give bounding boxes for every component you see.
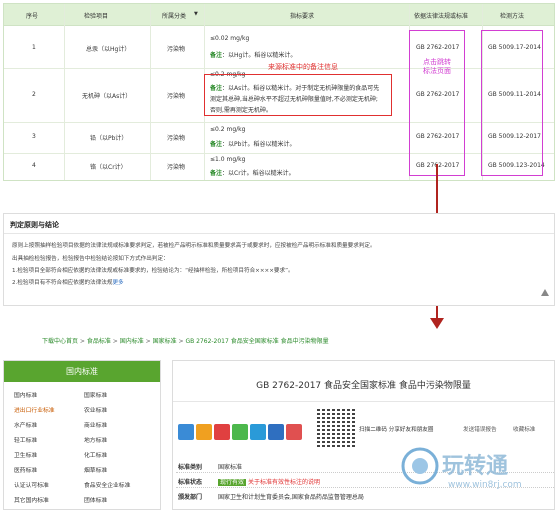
standard-column-highlight <box>409 30 465 176</box>
sidebar-item[interactable]: 食品安全企业标准 <box>84 480 130 489</box>
info-value: 国家卫生和计划生育委员会,国家食品药品监督管理总局 <box>218 494 364 501</box>
table-header: 序号 检验项目 所属分类 ▼ 指标要求 依据法律法规或标准 检测方法 <box>4 4 554 26</box>
judgement-text: 1.检验项目全部符合相应依据的法律法规或标准要求的，检验结论为：“经抽样检验，所… <box>12 268 294 274</box>
renren-icon[interactable] <box>268 424 284 440</box>
love-icon[interactable] <box>286 424 302 440</box>
sidebar: 国内标准 国内标准 国家标准 进出口行业标准 农业标准 水产标准 商业标准 轻工… <box>3 360 161 510</box>
requirement-note: 备注：以Pb计。稻谷以糙米计。 <box>210 141 296 148</box>
sidebar-item[interactable]: 轻工标准 <box>14 435 37 444</box>
qr-code <box>317 409 355 447</box>
judgement-text: 2.检验项目有不符合相应依据的法律法规更多 <box>12 280 124 286</box>
sidebar-item[interactable]: 进出口行业标准 <box>14 405 55 414</box>
judgement-panel: 判定原则与结论 原则上按照抽样检验项目依据的法律法规或标准要求判定，若被检产品明… <box>3 213 555 306</box>
note-highlight-box <box>204 74 392 116</box>
test-item: 无机砷（以As计） <box>82 93 132 100</box>
col-header-requirement: 指标要求 <box>290 13 315 20</box>
table-row: 4 铬（以Cr计） 污染物 ≤1.0 mg/kg 备注：以Cr计。稻谷以糙米计。… <box>4 154 554 180</box>
col-header-no: 序号 <box>26 13 39 20</box>
watermark-logo-icon <box>401 447 439 485</box>
note-source-label: 来源标准中的备注信息 <box>268 63 338 71</box>
requirement-note: 备注：以Cr计。稻谷以糙米计。 <box>210 170 295 177</box>
requirement-note: 备注：以Hg计。稻谷以糙米计。 <box>210 52 297 59</box>
sidebar-item[interactable]: 认证认可标准 <box>14 480 49 489</box>
category: 污染物 <box>167 164 186 171</box>
status-badge: 现行有效 <box>218 479 247 486</box>
test-item: 铅（以Pb计） <box>90 135 128 142</box>
col-header-item: 检验项目 <box>84 13 109 20</box>
sidebar-item[interactable]: 卫生标准 <box>14 450 37 459</box>
method-column-highlight <box>481 30 543 176</box>
category: 污染物 <box>167 46 186 53</box>
triangle-down-icon[interactable]: ▼ <box>194 11 198 17</box>
sidebar-item[interactable]: 农业标准 <box>84 405 107 414</box>
requirement-value: ≤1.0 mg/kg <box>210 156 246 163</box>
favorite-link[interactable]: 收藏标准 <box>513 425 535 433</box>
sidebar-item[interactable]: 国家标准 <box>84 390 107 399</box>
info-key: 标准状态 <box>178 479 203 486</box>
row-number: 3 <box>32 133 36 140</box>
row-number: 2 <box>32 91 36 98</box>
breadcrumb: 下载中心首页 > 食品标准 > 国内标准 > 国家标准 > GB 2762-20… <box>42 338 329 345</box>
sidebar-item[interactable]: 其它国内标准 <box>14 495 49 504</box>
click-jump-label: 点击跳转 标法页面 <box>423 58 451 75</box>
plus-share-icon[interactable] <box>178 424 194 440</box>
info-key: 颁发部门 <box>178 494 203 501</box>
sidebar-item[interactable]: 团体标准 <box>84 495 107 504</box>
breadcrumb-domestic[interactable]: 国内标准 <box>120 338 144 345</box>
info-key: 标准类别 <box>178 464 203 471</box>
watermark-url: www.win8rj.com <box>448 480 522 490</box>
wechat-icon[interactable] <box>232 424 248 440</box>
breadcrumb-food[interactable]: 食品标准 <box>87 338 111 345</box>
category: 污染物 <box>167 93 186 100</box>
more-link[interactable]: 更多 <box>112 280 123 286</box>
sidebar-item[interactable]: 医药标准 <box>14 465 37 474</box>
sidebar-item[interactable]: 烟草标准 <box>84 465 107 474</box>
test-item: 铬（以Cr计） <box>90 164 127 171</box>
col-header-method: 检测方法 <box>500 13 525 20</box>
arrow-down-icon <box>430 318 444 329</box>
judgement-text: 原则上按照抽样检验项目依据的法律法规或标准要求判定，若被检产品明示标准和质量要求… <box>12 243 376 249</box>
row-number: 1 <box>32 44 36 51</box>
requirement-value: ≤0.2 mg/kg <box>210 126 246 133</box>
expand-arrow-icon[interactable] <box>540 288 550 298</box>
breadcrumb-home[interactable]: 下载中心首页 <box>42 338 78 345</box>
sidebar-item[interactable]: 国内标准 <box>14 390 37 399</box>
sidebar-item[interactable]: 地方标准 <box>84 435 107 444</box>
breadcrumb-national[interactable]: 国家标准 <box>153 338 177 345</box>
judgement-text: 出具抽检检验报告，检验报告中检验结论按如下方式作出判定： <box>12 256 169 262</box>
watermark-text: 玩转通 <box>442 454 509 479</box>
sidebar-item[interactable]: 商业标准 <box>84 420 107 429</box>
site-watermark: 玩转通 www.win8rj.com <box>398 442 552 508</box>
standard-title: GB 2762-2017 食品安全国家标准 食品中污染物限量 <box>256 381 471 391</box>
star-icon[interactable] <box>196 424 212 440</box>
qzone-icon[interactable] <box>250 424 266 440</box>
test-item: 总汞（以Hg计） <box>86 46 131 53</box>
judgement-title: 判定原则与结论 <box>10 221 59 229</box>
breadcrumb-current: GB 2762-2017 食品安全国家标准 食品中污染物限量 <box>185 338 329 345</box>
category: 污染物 <box>167 135 186 142</box>
sidebar-title: 国内标准 <box>4 361 160 382</box>
info-value: 国家标准 <box>218 464 243 471</box>
feedback-link[interactable]: 发送错误报告 <box>463 425 497 433</box>
col-header-standard: 依据法律法规或标准 <box>414 13 469 20</box>
sidebar-item[interactable]: 化工标准 <box>84 450 107 459</box>
col-header-category[interactable]: 所属分类 <box>162 11 186 20</box>
requirement-value: ≤0.02 mg/kg <box>210 35 250 42</box>
info-value: 现行有效 关于标准有效性标注的说明 <box>218 477 320 486</box>
qr-caption: 扫描二维码 分享好友和朋友圈 <box>359 427 434 433</box>
sidebar-item[interactable]: 水产标准 <box>14 420 37 429</box>
status-note-link[interactable]: 关于标准有效性标注的说明 <box>248 479 320 486</box>
table-row: 3 铅（以Pb计） 污染物 ≤0.2 mg/kg 备注：以Pb计。稻谷以糙米计。… <box>4 123 554 154</box>
row-number: 4 <box>32 162 36 169</box>
weibo-icon[interactable] <box>214 424 230 440</box>
